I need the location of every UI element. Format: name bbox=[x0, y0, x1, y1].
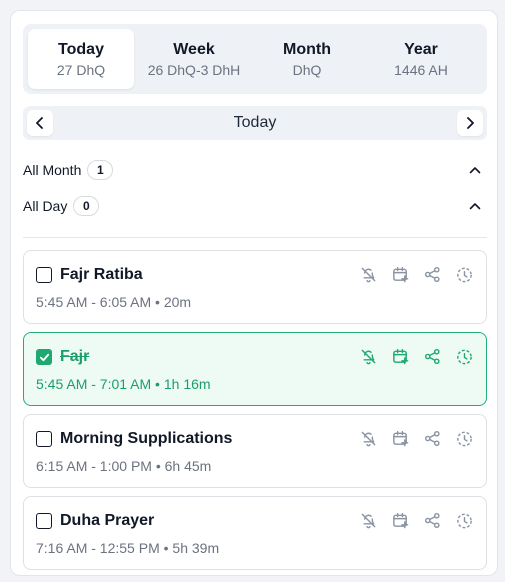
event-checkbox[interactable] bbox=[36, 513, 52, 529]
add-to-calendar-icon bbox=[392, 266, 408, 282]
all-month-count-badge: 1 bbox=[87, 160, 114, 180]
tab-sublabel: 27 DhQ bbox=[56, 61, 106, 78]
event-actions bbox=[358, 264, 474, 284]
bell-off-icon bbox=[361, 349, 375, 364]
next-button[interactable] bbox=[456, 110, 483, 136]
date-navigator: Today bbox=[23, 106, 487, 140]
chevron-right-icon bbox=[467, 117, 474, 129]
bell-off-button[interactable] bbox=[358, 264, 378, 284]
event-actions bbox=[358, 346, 474, 366]
share-icon bbox=[424, 512, 440, 528]
chevron-up-icon bbox=[469, 203, 481, 210]
all-day-label: All Day bbox=[23, 198, 68, 214]
add-to-calendar-button[interactable] bbox=[390, 264, 410, 284]
event-title: Fajr Ratiba bbox=[60, 266, 143, 283]
event-card[interactable]: Fajr 5:45 AM - 7:01 AM • 1h 16m bbox=[23, 332, 487, 406]
timer-button[interactable] bbox=[454, 510, 474, 530]
share-icon bbox=[424, 430, 440, 446]
share-button[interactable] bbox=[422, 346, 442, 366]
tab-month[interactable]: Month DhQ bbox=[254, 29, 360, 89]
tab-sublabel: 1446 AH bbox=[394, 61, 448, 78]
tab-label: Month bbox=[283, 40, 331, 58]
event-duration: 20m bbox=[163, 294, 192, 310]
collapse-all-month-button[interactable] bbox=[463, 158, 487, 182]
bell-off-icon bbox=[361, 267, 375, 282]
divider bbox=[23, 237, 487, 238]
all-month-label: All Month bbox=[23, 162, 82, 178]
event-checkbox[interactable] bbox=[36, 267, 52, 283]
event-actions bbox=[358, 428, 474, 448]
chevron-up-icon bbox=[469, 167, 481, 174]
timer-button[interactable] bbox=[454, 346, 474, 366]
event-time-range: 5:45 AM - 7:01 AM bbox=[36, 376, 152, 392]
add-to-calendar-icon bbox=[392, 430, 408, 446]
event-card[interactable]: Duha Prayer 7:16 AM - 12:55 PM • 5h 39m bbox=[23, 496, 487, 570]
tab-sublabel: DhQ bbox=[292, 61, 322, 78]
event-title: Duha Prayer bbox=[60, 512, 155, 529]
tab-today[interactable]: Today 27 DhQ bbox=[28, 29, 134, 89]
tab-year[interactable]: Year 1446 AH bbox=[360, 29, 482, 89]
tab-label: Week bbox=[173, 40, 215, 58]
all-day-section-header[interactable]: All Day 0 bbox=[23, 194, 487, 218]
event-time-range: 5:45 AM - 6:05 AM bbox=[36, 294, 152, 310]
bell-off-icon bbox=[361, 431, 375, 446]
tab-label: Year bbox=[404, 40, 438, 58]
event-time-range: 6:15 AM - 1:00 PM bbox=[36, 458, 152, 474]
checkmark-icon bbox=[39, 353, 49, 361]
bell-off-button[interactable] bbox=[358, 346, 378, 366]
prayer-schedule-panel: Today 27 DhQ Week 26 DhQ-3 DhH Month DhQ… bbox=[10, 10, 498, 576]
event-time: 6:15 AM - 1:00 PM • 6h 45m bbox=[36, 458, 212, 474]
event-actions bbox=[358, 510, 474, 530]
tab-label: Today bbox=[58, 40, 104, 58]
collapse-all-day-button[interactable] bbox=[463, 194, 487, 218]
period-tabs: Today 27 DhQ Week 26 DhQ-3 DhH Month DhQ… bbox=[23, 24, 487, 94]
event-time: 5:45 AM - 6:05 AM • 20m bbox=[36, 294, 192, 310]
event-time: 5:45 AM - 7:01 AM • 1h 16m bbox=[36, 376, 211, 392]
event-time-range: 7:16 AM - 12:55 PM bbox=[36, 540, 160, 556]
current-period-title: Today bbox=[233, 114, 277, 131]
bell-off-button[interactable] bbox=[358, 510, 378, 530]
timer-icon bbox=[456, 513, 472, 528]
event-duration: 5h 39m bbox=[172, 540, 220, 556]
share-icon bbox=[424, 348, 440, 364]
all-month-section-header[interactable]: All Month 1 bbox=[23, 158, 487, 182]
section-heading: All Day 0 bbox=[23, 196, 100, 216]
share-button[interactable] bbox=[422, 264, 442, 284]
tab-week[interactable]: Week 26 DhQ-3 DhH bbox=[134, 29, 254, 89]
timer-icon bbox=[456, 267, 472, 282]
share-button[interactable] bbox=[422, 428, 442, 448]
bell-off-button[interactable] bbox=[358, 428, 378, 448]
event-card[interactable]: Fajr Ratiba 5:45 AM - 6:05 AM • 20m bbox=[23, 250, 487, 324]
tab-sublabel: 26 DhQ-3 DhH bbox=[147, 61, 241, 78]
add-to-calendar-icon bbox=[392, 512, 408, 528]
event-checkbox[interactable] bbox=[36, 431, 52, 447]
event-duration: 1h 16m bbox=[163, 376, 211, 392]
share-button[interactable] bbox=[422, 510, 442, 530]
bell-off-icon bbox=[361, 513, 375, 528]
event-checkbox[interactable] bbox=[36, 349, 52, 365]
share-icon bbox=[424, 266, 440, 282]
add-to-calendar-button[interactable] bbox=[390, 510, 410, 530]
timer-button[interactable] bbox=[454, 428, 474, 448]
event-card[interactable]: Morning Supplications 6:15 AM - 1:00 PM … bbox=[23, 414, 487, 488]
add-to-calendar-button[interactable] bbox=[390, 346, 410, 366]
timer-icon bbox=[456, 349, 472, 364]
all-day-count-badge: 0 bbox=[73, 196, 100, 216]
add-to-calendar-button[interactable] bbox=[390, 428, 410, 448]
event-duration: 6h 45m bbox=[164, 458, 212, 474]
timer-button[interactable] bbox=[454, 264, 474, 284]
timer-icon bbox=[456, 431, 472, 446]
event-title: Fajr bbox=[60, 348, 90, 365]
event-title: Morning Supplications bbox=[60, 430, 233, 447]
add-to-calendar-icon bbox=[392, 348, 408, 364]
event-time: 7:16 AM - 12:55 PM • 5h 39m bbox=[36, 540, 220, 556]
section-heading: All Month 1 bbox=[23, 160, 114, 180]
previous-button[interactable] bbox=[27, 110, 53, 136]
chevron-left-icon bbox=[36, 117, 43, 129]
